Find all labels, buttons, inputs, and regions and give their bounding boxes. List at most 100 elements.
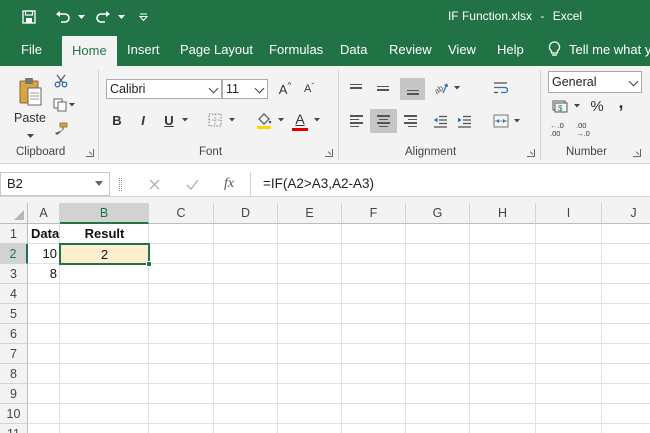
- row-header-9[interactable]: 9: [0, 384, 28, 404]
- name-box[interactable]: B2: [0, 172, 110, 196]
- title-separator: -: [540, 9, 545, 23]
- align-bottom-button[interactable]: [400, 78, 425, 100]
- chevron-down-icon: [208, 83, 219, 94]
- merge-center-button[interactable]: [490, 110, 512, 132]
- bold-button[interactable]: B: [108, 110, 126, 130]
- decrease-decimal-button[interactable]: .00 →.0: [576, 120, 598, 140]
- font-dialog-launcher[interactable]: [325, 149, 333, 157]
- align-right-button[interactable]: [400, 110, 420, 132]
- cell-b1[interactable]: Result: [60, 224, 149, 244]
- clipboard-dialog-launcher[interactable]: [86, 149, 94, 157]
- formula-input[interactable]: =IF(A2>A3,A2-A3): [250, 172, 650, 196]
- chevron-down-icon: [514, 119, 520, 123]
- row-header-6[interactable]: 6: [0, 324, 28, 344]
- cell-a1[interactable]: Data: [28, 224, 60, 244]
- tab-insert[interactable]: Insert: [127, 34, 160, 66]
- font-color-button[interactable]: A: [290, 110, 310, 132]
- merge-center-icon: [493, 114, 509, 128]
- tab-formulas[interactable]: Formulas: [269, 34, 323, 66]
- ribbon: Paste Clipboard Calibri 11 A ^ A ˇ B I U…: [0, 66, 650, 164]
- cell-a3[interactable]: 8: [28, 264, 60, 284]
- tab-review[interactable]: Review: [389, 34, 432, 66]
- fill-handle[interactable]: [146, 261, 152, 267]
- align-middle-icon: [377, 85, 389, 91]
- fill-color-dropdown[interactable]: [276, 110, 286, 130]
- column-header-f[interactable]: F: [342, 203, 406, 224]
- tab-file[interactable]: File: [21, 34, 42, 66]
- insert-function-button[interactable]: fx: [216, 174, 242, 194]
- align-left-button[interactable]: [346, 110, 366, 132]
- number-format-select[interactable]: General: [548, 71, 642, 93]
- tell-me-search[interactable]: Tell me what y: [548, 34, 650, 66]
- confirm-entry-button[interactable]: [180, 174, 204, 194]
- comma-style-button[interactable]: ,: [612, 92, 630, 117]
- shrink-font-button[interactable]: Aˇ: [300, 79, 318, 99]
- underline-dropdown[interactable]: [180, 110, 190, 130]
- percent-style-button[interactable]: %: [587, 95, 607, 117]
- align-top-button[interactable]: [346, 78, 366, 98]
- cancel-entry-button[interactable]: [142, 174, 166, 194]
- column-header-h[interactable]: H: [470, 203, 536, 224]
- decrease-indent-button[interactable]: [430, 110, 450, 132]
- formula-bar-grip[interactable]: [119, 178, 122, 191]
- orientation-button[interactable]: ab: [430, 78, 452, 98]
- row-header-4[interactable]: 4: [0, 284, 28, 304]
- paste-button[interactable]: Paste: [10, 72, 50, 130]
- decrease-indent-icon: [433, 115, 447, 128]
- row-header-3[interactable]: 3: [0, 264, 28, 284]
- cut-button[interactable]: [52, 72, 70, 90]
- fill-color-button[interactable]: [254, 110, 274, 132]
- font-color-dropdown[interactable]: [312, 110, 322, 130]
- column-header-i[interactable]: I: [536, 203, 602, 224]
- select-all-button[interactable]: [0, 203, 28, 224]
- number-dialog-launcher[interactable]: [633, 149, 641, 157]
- wrap-text-button[interactable]: [490, 78, 512, 98]
- accounting-format-dropdown[interactable]: [572, 95, 582, 117]
- borders-dropdown[interactable]: [227, 110, 237, 130]
- paste-label: Paste: [14, 111, 46, 125]
- underline-button[interactable]: U: [160, 110, 178, 130]
- accounting-format-button[interactable]: $: [550, 95, 570, 117]
- row-header-5[interactable]: 5: [0, 304, 28, 324]
- font-name-select[interactable]: Calibri: [106, 79, 222, 99]
- formula-bar-divider: [0, 196, 650, 203]
- orientation-dropdown[interactable]: [452, 78, 462, 98]
- cell-b2[interactable]: 2: [59, 243, 150, 265]
- tab-page-layout[interactable]: Page Layout: [180, 34, 253, 66]
- copy-button[interactable]: [52, 96, 76, 114]
- row-header-1[interactable]: 1: [0, 224, 28, 244]
- column-header-d[interactable]: D: [214, 203, 278, 224]
- column-header-c[interactable]: C: [149, 203, 214, 224]
- merge-center-dropdown[interactable]: [512, 110, 522, 132]
- column-header-g[interactable]: G: [406, 203, 470, 224]
- row-header-7[interactable]: 7: [0, 344, 28, 364]
- font-size-select[interactable]: 11: [222, 79, 268, 99]
- number-group-label: Number: [566, 146, 607, 158]
- window-title: IF Function.xlsx - Excel: [0, 9, 650, 23]
- align-center-button[interactable]: [370, 109, 397, 133]
- row-header-2[interactable]: 2: [0, 244, 28, 264]
- tab-home[interactable]: Home: [62, 36, 117, 66]
- row-header-10[interactable]: 10: [0, 404, 28, 424]
- align-middle-button[interactable]: [373, 78, 393, 98]
- number-format-value: General: [552, 75, 597, 89]
- alignment-dialog-launcher[interactable]: [527, 149, 535, 157]
- tab-help[interactable]: Help: [497, 34, 524, 66]
- grow-font-button[interactable]: A ^: [276, 79, 294, 99]
- column-header-j[interactable]: J: [602, 203, 650, 224]
- column-header-e[interactable]: E: [278, 203, 342, 224]
- row-header-8[interactable]: 8: [0, 364, 28, 384]
- increase-indent-button[interactable]: [454, 110, 474, 132]
- row-header-11[interactable]: 11: [0, 424, 28, 433]
- tab-data[interactable]: Data: [340, 34, 367, 66]
- borders-button[interactable]: [205, 110, 225, 130]
- cell-a2[interactable]: 10: [28, 244, 60, 264]
- column-header-a[interactable]: A: [28, 203, 60, 224]
- paste-dropdown[interactable]: [24, 132, 36, 140]
- increase-decimal-button[interactable]: ←.0 .00: [550, 120, 570, 140]
- italic-button[interactable]: I: [134, 110, 152, 130]
- tab-view[interactable]: View: [448, 34, 476, 66]
- borders-icon: [208, 113, 222, 127]
- format-painter-button[interactable]: [52, 120, 70, 138]
- column-header-b[interactable]: B: [60, 203, 149, 224]
